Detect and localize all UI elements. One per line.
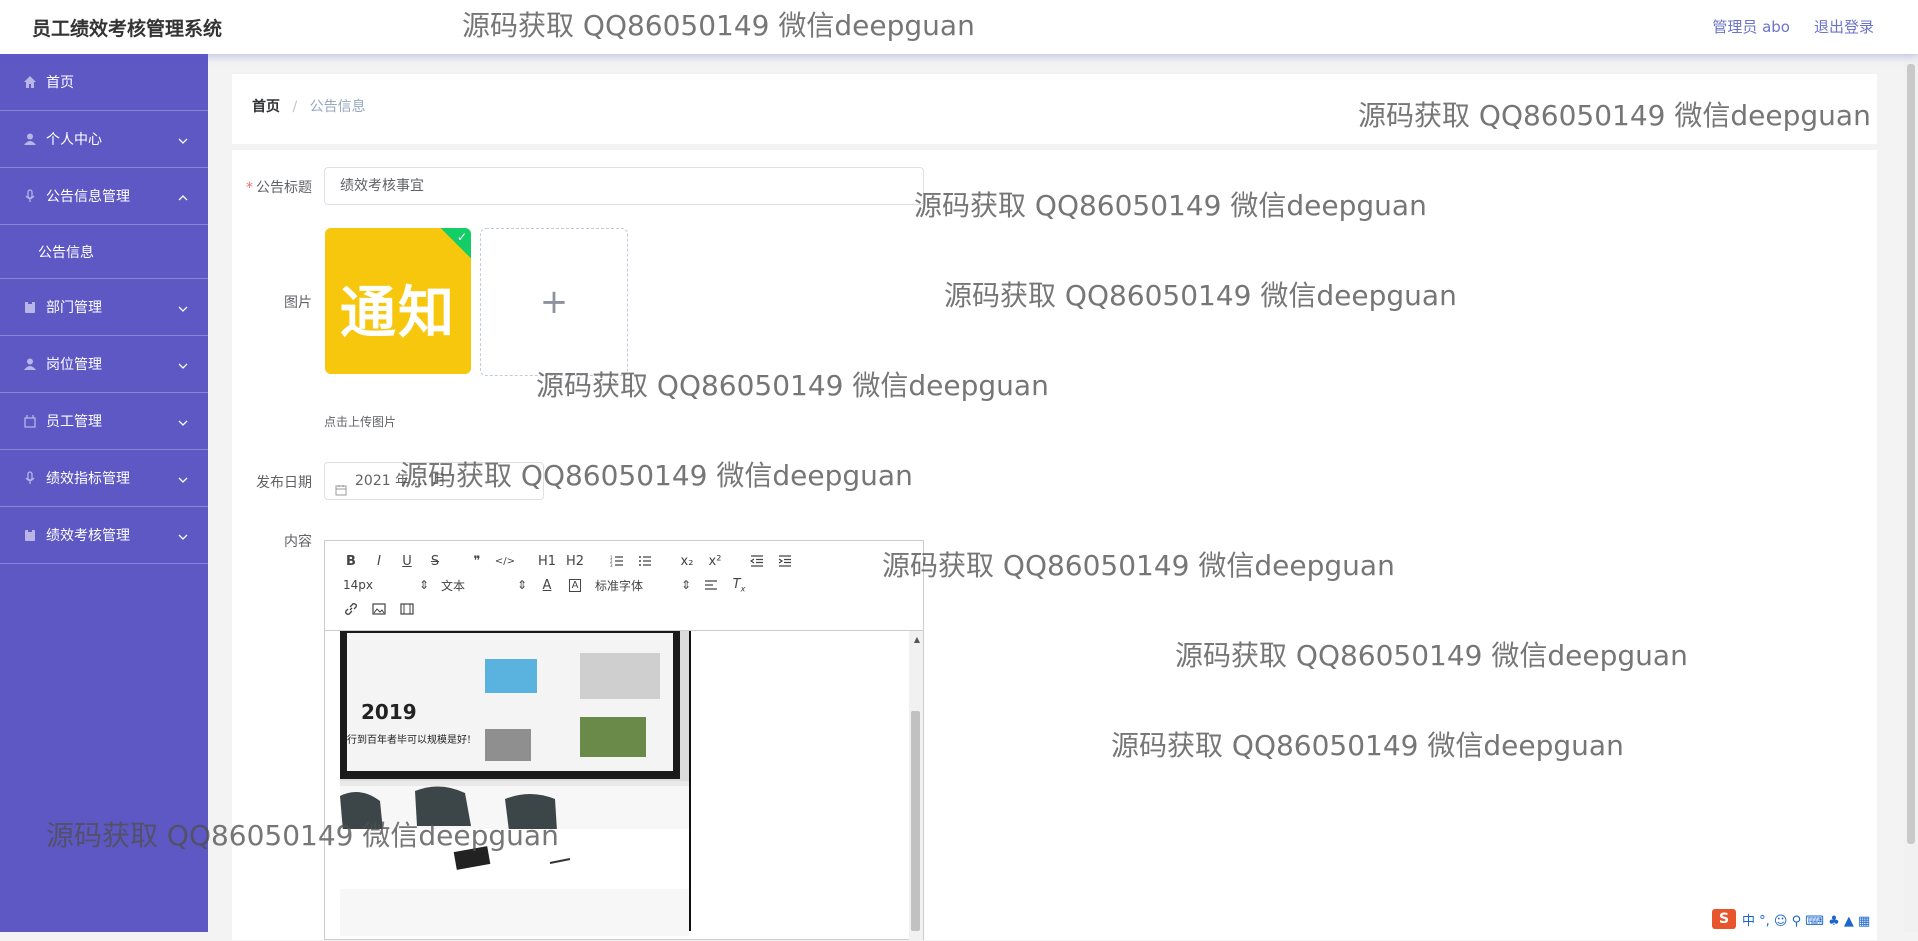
user-icon [22,131,38,147]
sidebar-item-position[interactable]: 岗位管理 [0,336,208,393]
chevron-down-icon [178,301,188,317]
date-picker-input[interactable]: 2021 年 … 月 [324,462,544,500]
indent-icon[interactable] [771,549,799,573]
blockquote-button[interactable]: ❞ [463,549,491,573]
image-label: 图片 [284,295,312,311]
logout-link[interactable]: 退出登录 [1814,16,1874,37]
scroll-up-icon[interactable]: ▲ [914,635,920,644]
rich-text-editor: B I U S ❞ </> H1 H2 123 x₂ x² 14px ⇕ 文本 ⇕ … [324,540,924,941]
svg-text:3: 3 [610,563,613,567]
mic-icon [22,470,38,486]
sidebar: 首页 个人中心 公告信息管理 公告信息 部门管理 岗位管理 员工管理 绩效指标管… [0,54,208,932]
video-icon[interactable] [393,597,421,621]
sidebar-item-label: 员工管理 [46,414,102,430]
breadcrumb-current: 公告信息 [309,99,366,115]
font-family-select[interactable]: 标准字体 ⇕ [589,577,697,594]
plus-icon: + [539,282,569,322]
heading-select[interactable]: 文本 ⇕ [435,577,533,594]
sidebar-item-label: 绩效指标管理 [46,471,130,487]
bold-button[interactable]: B [337,549,365,573]
sidebar-item-employee[interactable]: 员工管理 [0,393,208,450]
home-icon [22,74,38,90]
office-photo: 2019 行到百年者毕可以规模是好! [340,631,691,936]
font-color-icon[interactable]: A [533,573,561,597]
app-title: 员工绩效考核管理系统 [32,18,223,40]
frame-icon [22,413,38,429]
page-scroll-thumb[interactable] [1907,64,1915,844]
sidebar-item-home[interactable]: 首页 [0,54,208,111]
sidebar-item-label: 首页 [46,75,74,91]
user-icon [22,356,38,372]
updown-icon: ⇕ [418,578,429,592]
link-icon[interactable] [337,597,365,621]
clipboard-icon [22,527,38,543]
chevron-down-icon [178,472,188,488]
sogou-logo-icon: S [1712,909,1736,929]
image-icon[interactable] [365,597,393,621]
sidebar-item-notice-mgmt[interactable]: 公告信息管理 [0,168,208,225]
date-label: 发布日期 [256,475,312,491]
outdent-icon[interactable] [743,549,771,573]
calendar-icon [335,474,347,510]
sidebar-item-label: 部门管理 [46,300,102,316]
updown-icon: ⇕ [516,578,527,592]
notice-image-text: 通知 [340,280,456,346]
sidebar-item-personal[interactable]: 个人中心 [0,111,208,168]
image-upload-button[interactable]: + [480,228,628,376]
strike-button[interactable]: S [421,549,449,573]
editor-toolbar: B I U S ❞ </> H1 H2 123 x₂ x² 14px ⇕ 文本 ⇕ … [325,541,923,631]
sidebar-item-kpi[interactable]: 绩效指标管理 [0,450,208,507]
sidebar-item-label: 个人中心 [46,132,102,148]
ordered-list-icon[interactable]: 123 [603,549,631,573]
sidebar-item-label: 绩效考核管理 [46,528,130,544]
sidebar-subitem-notice[interactable]: 公告信息 [0,225,208,279]
ime-toolbar[interactable]: S 中 °, ☺ ⚲ ⌨ ♣ ▲ ▦ [1712,908,1870,930]
superscript-button[interactable]: x² [701,549,729,573]
photo-year: 2019 [361,700,417,724]
chevron-up-icon [178,190,188,206]
uploaded-image-thumbnail[interactable]: 通知 ✓ [325,228,471,374]
h2-button[interactable]: H2 [561,549,589,573]
editor-scroll-thumb[interactable] [911,711,920,931]
breadcrumb-home[interactable]: 首页 [252,99,280,115]
sidebar-item-label: 公告信息管理 [46,189,130,205]
updown-icon: ⇕ [680,578,691,592]
photo-slogan: 行到百年者毕可以规模是好! [347,733,471,746]
editor-content-area[interactable]: 2019 行到百年者毕可以规模是好! [325,631,923,941]
italic-button[interactable]: I [365,549,393,573]
breadcrumb-card: 首页 / 公告信息 [232,74,1877,144]
page-scrollbar[interactable] [1904,54,1918,932]
sidebar-item-label: 岗位管理 [46,357,102,373]
background-color-icon[interactable]: A [561,573,589,597]
chevron-down-icon [178,415,188,431]
underline-button[interactable]: U [393,549,421,573]
bullet-list-icon[interactable] [631,549,659,573]
font-size-select[interactable]: 14px ⇕ [337,578,435,592]
breadcrumb: 首页 / 公告信息 [252,96,366,116]
mic-icon [22,188,38,204]
content-label: 内容 [284,534,312,550]
check-icon: ✓ [456,230,467,244]
subscript-button[interactable]: x₂ [673,549,701,573]
header-actions: 管理员 abo 退出登录 [1712,16,1874,37]
align-icon[interactable] [697,573,725,597]
title-input[interactable]: 绩效考核事宜 [324,167,924,205]
editor-scrollbar[interactable]: ▲ [909,631,923,941]
upload-tip: 点击上传图片 [324,415,397,429]
clipboard-icon [22,299,38,315]
chevron-down-icon [178,529,188,545]
ime-status-text: 中 °, ☺ ⚲ ⌨ ♣ ▲ ▦ [1742,913,1871,929]
chevron-down-icon [178,133,188,149]
sidebar-item-department[interactable]: 部门管理 [0,279,208,336]
user-menu[interactable]: 管理员 abo [1712,16,1790,37]
top-header: 员工绩效考核管理系统 管理员 abo 退出登录 [0,0,1918,54]
sidebar-item-appraisal[interactable]: 绩效考核管理 [0,507,208,564]
date-value: 2021 年 … 月 [355,473,446,489]
breadcrumb-separator: / [292,99,298,115]
title-label: * 公告标题 [246,180,312,196]
code-button[interactable]: </> [491,549,519,573]
h1-button[interactable]: H1 [533,549,561,573]
chevron-down-icon [178,358,188,374]
clear-format-icon[interactable]: Tx [725,573,753,597]
